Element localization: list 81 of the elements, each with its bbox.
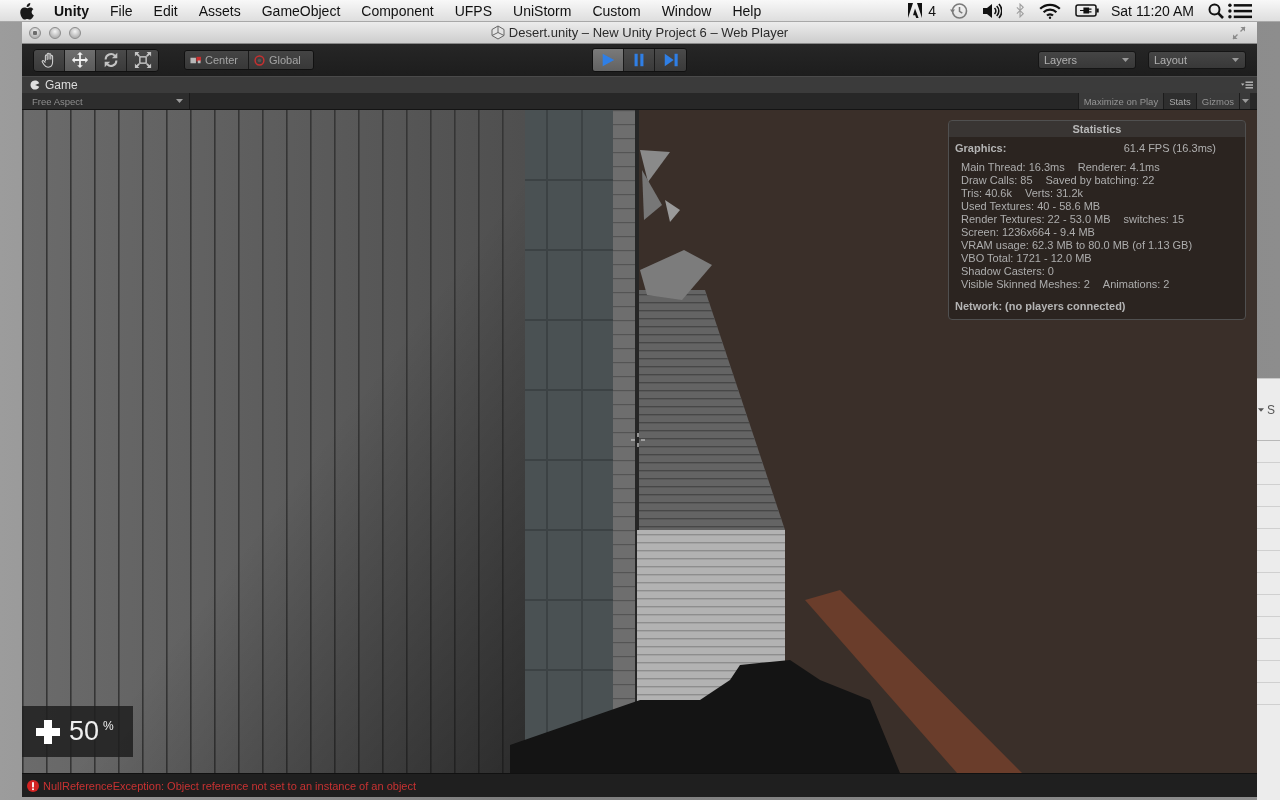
pivot-mode-button[interactable]: Center	[185, 51, 249, 69]
crosshair-icon	[631, 433, 645, 447]
stat-text: Renderer: 4.1ms	[1077, 161, 1160, 174]
toggle-button[interactable]: Gizmos	[1195, 93, 1239, 109]
health-value: 50	[69, 716, 100, 747]
tool-button[interactable]	[127, 49, 158, 71]
wifi-icon[interactable]	[1039, 2, 1061, 19]
stat-text: Main Thread: 16.3ms	[961, 161, 1065, 174]
triangle-logo-icon[interactable]	[908, 3, 923, 18]
stat-text: VBO Total: 1721 - 12.0 MB	[961, 252, 1092, 265]
ring-icon	[253, 54, 266, 66]
menu-item[interactable]: GameObject	[261, 0, 341, 21]
stat-text: Saved by batching: 22	[1045, 174, 1155, 187]
stat-text: Screen: 1236x664 - 9.4 MB	[961, 226, 1095, 239]
speaker-icon[interactable]	[982, 2, 1002, 19]
pause-button[interactable]	[624, 49, 655, 71]
clock-text[interactable]: Sat 11:20 AM	[1111, 2, 1194, 19]
handle-rotation-button[interactable]: Global	[249, 51, 313, 69]
window-text: S	[1267, 402, 1275, 417]
error-icon	[27, 779, 39, 792]
step-button[interactable]	[655, 49, 686, 71]
caret-icon	[1122, 58, 1129, 62]
menu-item[interactable]: UFPS	[454, 0, 493, 21]
circle-wedge-icon	[30, 80, 40, 90]
tool-button[interactable]	[65, 49, 96, 71]
app-menu[interactable]: Unity	[54, 0, 89, 21]
menu-item[interactable]: UniStorm	[513, 0, 572, 21]
stat-text: Tris: 40.6k	[961, 187, 1012, 200]
menu-item[interactable]: Custom	[592, 0, 641, 21]
scale-arrows-icon	[133, 51, 152, 69]
tool-button[interactable]	[34, 49, 65, 71]
rotate-arrows-icon	[102, 51, 120, 69]
caret-icon	[1241, 99, 1249, 103]
move-arrows-icon	[71, 51, 89, 69]
aspect-dropdown[interactable]: Free Aspect	[22, 93, 190, 109]
search-icon[interactable]	[1208, 2, 1224, 19]
step-icon	[662, 52, 679, 68]
stat-text: Used Textures: 40 - 58.6 MB	[961, 200, 1101, 213]
menu-item[interactable]: Help	[732, 0, 762, 21]
apple-icon[interactable]	[19, 1, 35, 20]
stat-text: VRAM usage: 62.3 MB to 80.0 MB (of 1.13 GB)	[961, 239, 1193, 252]
stat-text: Visible Skinned Meshes: 2	[961, 278, 1090, 291]
menu-item[interactable]: Window	[661, 0, 712, 21]
close-button[interactable]	[29, 26, 41, 39]
cube-icon	[490, 25, 505, 40]
toggle-button[interactable]: Stats	[1163, 93, 1196, 109]
window-title: Desert.unity – New Unity Project 6 – Web Player	[508, 25, 789, 40]
stat-text: switches: 15	[1123, 213, 1185, 226]
tool-button[interactable]	[96, 49, 127, 71]
clock-icon[interactable]	[950, 1, 968, 20]
play-icon	[600, 52, 616, 68]
game-tab[interactable]: Game	[30, 77, 78, 93]
caret-icon	[176, 99, 183, 103]
menu-item[interactable]: Edit	[153, 0, 178, 21]
toggle-button[interactable]: Maximize on Play	[1077, 93, 1164, 109]
menu-item[interactable]: Assets	[198, 0, 241, 21]
dropdown-button[interactable]	[1239, 93, 1250, 109]
menu-item[interactable]: File	[110, 0, 133, 21]
stat-text: Draw Calls: 85	[961, 174, 1033, 187]
plus-icon	[36, 719, 60, 744]
battery-icon[interactable]	[1075, 4, 1099, 17]
panel-title: Statistics	[949, 121, 1245, 137]
count-text[interactable]: 4	[928, 2, 936, 19]
stat-text: Animations: 2	[1102, 278, 1170, 291]
list-icon[interactable]	[1228, 2, 1252, 19]
stat-text: Verts: 31.2k	[1024, 187, 1084, 200]
stat-text: Render Textures: 22 - 53.0 MB	[961, 213, 1111, 226]
caret-icon	[1258, 407, 1264, 412]
caret-icon	[1232, 58, 1239, 62]
dropdown[interactable]: Layers	[1038, 51, 1136, 69]
play-button[interactable]	[593, 49, 624, 71]
menu-item[interactable]: Component	[361, 0, 434, 21]
menu-icon[interactable]	[1241, 81, 1253, 89]
network-status: Network: (no players connected)	[954, 299, 1127, 313]
pivot-squares-icon	[189, 54, 202, 66]
fullscreen-icon[interactable]	[1232, 25, 1246, 40]
stat-text: Shadow Casters: 0	[961, 265, 1054, 278]
percent-sign: %	[103, 719, 114, 733]
graphics-label: Graphics:	[955, 141, 1007, 155]
dropdown[interactable]: Layout	[1148, 51, 1246, 69]
fps-reading: 61.4 FPS (16.3ms)	[1123, 141, 1216, 155]
